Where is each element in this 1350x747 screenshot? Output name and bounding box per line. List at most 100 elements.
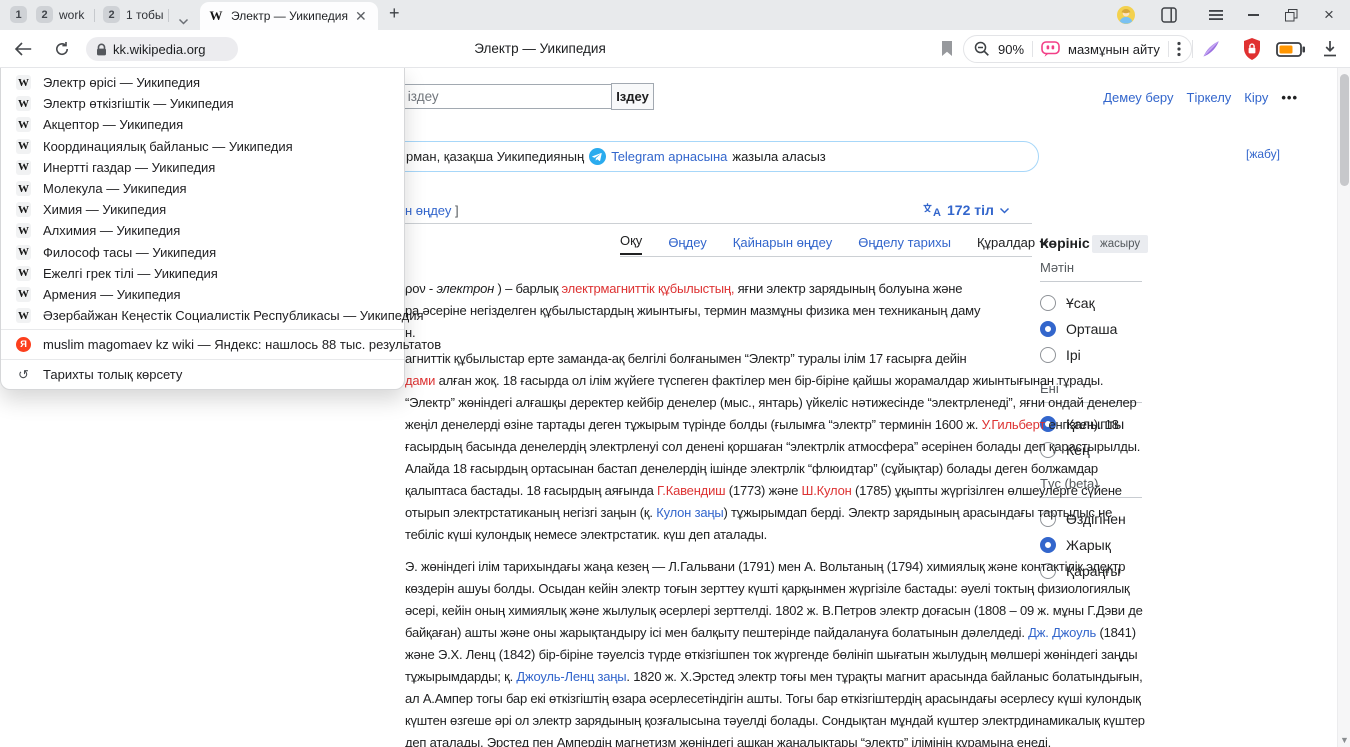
tab-group-badge: 1 — [10, 6, 27, 23]
article-text-segment: . 1820 ж. Х.Эрстед электр тоғы мен тұрақ… — [626, 669, 1142, 684]
article-tab-оқу[interactable]: Оқу — [620, 233, 642, 255]
article-link[interactable]: Кулон заңы — [656, 505, 723, 520]
zoom-out-icon[interactable] — [974, 41, 990, 57]
article-text-segment: “Электр” жөніндегі алғашқы деректер кейб… — [405, 395, 1137, 410]
suggestion-item[interactable]: WИнертті газдар — Уикипедия — [1, 157, 404, 178]
radio-button-selected[interactable] — [1040, 321, 1056, 337]
tab-group-divider — [94, 9, 95, 22]
suggestion-item[interactable]: WХимия — Уикипедия — [1, 199, 404, 220]
text-line: отырып электрстатиканың негізгі заңын (қ… — [405, 502, 1140, 524]
scrollbar-thumb[interactable] — [1340, 74, 1349, 186]
article-tab-өңдеу[interactable]: Өңдеу — [668, 235, 706, 255]
read-aloud-icon[interactable] — [1041, 41, 1060, 57]
telegram-channel-link[interactable]: Telegram арнасына — [611, 149, 727, 164]
paragraph: Э. жөніндегі ілім тарихындағы жаңа кезең… — [405, 556, 1145, 747]
article-tab-өңделу[interactable]: Өңделу тарихы — [858, 235, 951, 255]
zoom-level[interactable]: 90% — [998, 42, 1024, 57]
tab-group-chip[interactable]: 2work — [36, 6, 84, 23]
redlink[interactable]: дами — [405, 373, 435, 388]
read-aloud-label[interactable]: мазмұнын айту — [1068, 42, 1160, 57]
browser-window: 1 2work 21 тобы W Электр — Уикипедия ✕ + × — [0, 0, 1350, 747]
wikipedia-favicon-icon: W — [208, 8, 224, 24]
side-panel-icon — [1161, 7, 1177, 23]
reload-button[interactable] — [54, 41, 70, 57]
close-window-button[interactable]: × — [1316, 0, 1342, 30]
suggestion-item[interactable]: ↺Тарихты толық көрсету — [1, 363, 404, 386]
suggestion-item[interactable]: WЭлектр өрісі — Уикипедия — [1, 72, 404, 93]
suggestion-item[interactable]: WӘзербайжан Кеңестік Социалистік Республ… — [1, 305, 404, 326]
minimize-button[interactable] — [1240, 0, 1266, 30]
side-panel-button[interactable] — [1156, 0, 1182, 30]
redlink[interactable]: Ш.Кулон — [802, 483, 852, 498]
tab-title: Электр — Уикипедия — [231, 9, 349, 23]
adblock-shield-button[interactable] — [1242, 37, 1262, 61]
article-text-segment: агниттік құбылыстар ерте заманда-ақ белг… — [405, 351, 966, 366]
banner-close-link[interactable]: [жабу] — [1246, 147, 1280, 161]
tab-group-chip[interactable]: 21 тобы — [103, 6, 164, 23]
hide-button[interactable]: жасыру — [1092, 235, 1148, 253]
back-button[interactable] — [14, 42, 32, 56]
suggestion-item[interactable]: WАрмения — Уикипедия — [1, 284, 404, 305]
article-link[interactable]: Дж. Джоуль — [1028, 625, 1096, 640]
nav-overflow-menu[interactable]: ••• — [1281, 90, 1298, 105]
downloads-button[interactable] — [1322, 40, 1338, 57]
telegram-banner: рман, қазақша Уикипедияның Telegram арна… — [340, 141, 1039, 172]
active-tab[interactable]: W Электр — Уикипедия ✕ — [200, 2, 378, 30]
radio-option[interactable]: Орташа — [1040, 316, 1142, 342]
scrollbar[interactable]: ▼ — [1337, 68, 1350, 747]
article-text-segment: (1773) және — [725, 483, 801, 498]
extension-feather-button[interactable] — [1200, 38, 1222, 60]
wikipedia-favicon-icon: W — [16, 117, 31, 132]
article-text-segment: ) – барлық — [494, 281, 561, 296]
tab-group-label: work — [59, 8, 84, 22]
pill-divider — [1032, 41, 1033, 57]
redlink[interactable]: Г.Кавендиш — [657, 483, 725, 498]
suggestion-item[interactable]: Яmuslim magomaev kz wiki — Яндекс: нашло… — [1, 333, 404, 356]
text-line: байқаған) ашты және оны жарықтандыру ісі… — [405, 622, 1145, 644]
suggestion-item[interactable]: WАлхимия — Уикипедия — [1, 220, 404, 241]
nav-link[interactable]: Демеу беру — [1103, 90, 1173, 105]
suggestion-item[interactable]: WЕжелгі грек тілі — Уикипедия — [1, 263, 404, 284]
suggestion-item[interactable]: WКоординациялық байланыс — Уикипедия — [1, 136, 404, 157]
tab-group-chip[interactable]: 1 — [10, 6, 27, 23]
suggestion-label: Ежелгі грек тілі — Уикипедия — [43, 266, 218, 281]
wikipedia-favicon-icon: W — [16, 181, 31, 196]
edit-source-fragment: н өңдеу ] — [405, 203, 459, 218]
profile-avatar[interactable] — [1113, 0, 1139, 30]
address-bar[interactable]: kk.wikipedia.org — [86, 37, 238, 61]
suggestion-label: Алхимия — Уикипедия — [43, 223, 180, 238]
more-options-icon[interactable] — [1177, 41, 1181, 57]
article-tab-қайнарын[interactable]: Қайнарын өңдеу — [733, 235, 832, 255]
article-text-segment: (1785) ұқыпты жүргізілген өлшеулерге сүй… — [852, 483, 1122, 498]
text-line: ғасырдың басында денелердің электрленуі … — [405, 436, 1140, 458]
new-tab-button[interactable]: + — [389, 3, 400, 24]
tab-groups-chevron-icon[interactable] — [178, 12, 189, 30]
suggestion-item[interactable]: WЭлектр өткізгіштік — Уикипедия — [1, 93, 404, 114]
article-tab-құралдар[interactable]: Құралдар — [977, 235, 1049, 255]
wiki-search-button[interactable]: Іздеу — [611, 83, 654, 110]
browser-menu-button[interactable] — [1203, 0, 1229, 30]
restore-button[interactable] — [1278, 0, 1304, 30]
suggestion-item[interactable]: WФилософ тасы — Уикипедия — [1, 242, 404, 263]
nav-link[interactable]: Тіркелу — [1187, 90, 1232, 105]
battery-indicator[interactable] — [1276, 42, 1305, 57]
suggestion-item[interactable]: WМолекула — Уикипедия — [1, 178, 404, 199]
radio-option[interactable]: Ұсақ — [1040, 290, 1142, 316]
bookmark-button[interactable] — [941, 41, 953, 56]
language-selector[interactable]: A 172 тіл — [922, 202, 1010, 218]
suggestion-label: muslim magomaev kz wiki — Яндекс: нашлос… — [43, 337, 441, 352]
radio-button[interactable] — [1040, 295, 1056, 311]
edit-source-link[interactable]: н өңдеу — [405, 203, 451, 218]
nav-link[interactable]: Кіру — [1244, 90, 1268, 105]
article-link[interactable]: Джоуль-Ленц заңы — [516, 669, 626, 684]
tab-close-icon[interactable]: ✕ — [355, 9, 367, 23]
article-text-segment: және Э.Х. Ленц (1842) бір-біріне тәуелсі… — [405, 647, 1137, 662]
text-line: деп аталады. Эрстед пен Ампердің магнети… — [405, 732, 1145, 747]
history-icon: ↺ — [16, 367, 31, 383]
article-text-segment: тұжырымдарды; қ. — [405, 669, 516, 684]
suggestion-item[interactable]: WАкцептор — Уикипедия — [1, 114, 404, 135]
redlink[interactable]: электрмагниттік құбылыстың, — [562, 281, 735, 296]
redlink[interactable]: У.Гильберт — [982, 417, 1046, 432]
scrollbar-down-arrow[interactable]: ▼ — [1339, 735, 1350, 745]
suggestion-label: Химия — Уикипедия — [43, 202, 166, 217]
